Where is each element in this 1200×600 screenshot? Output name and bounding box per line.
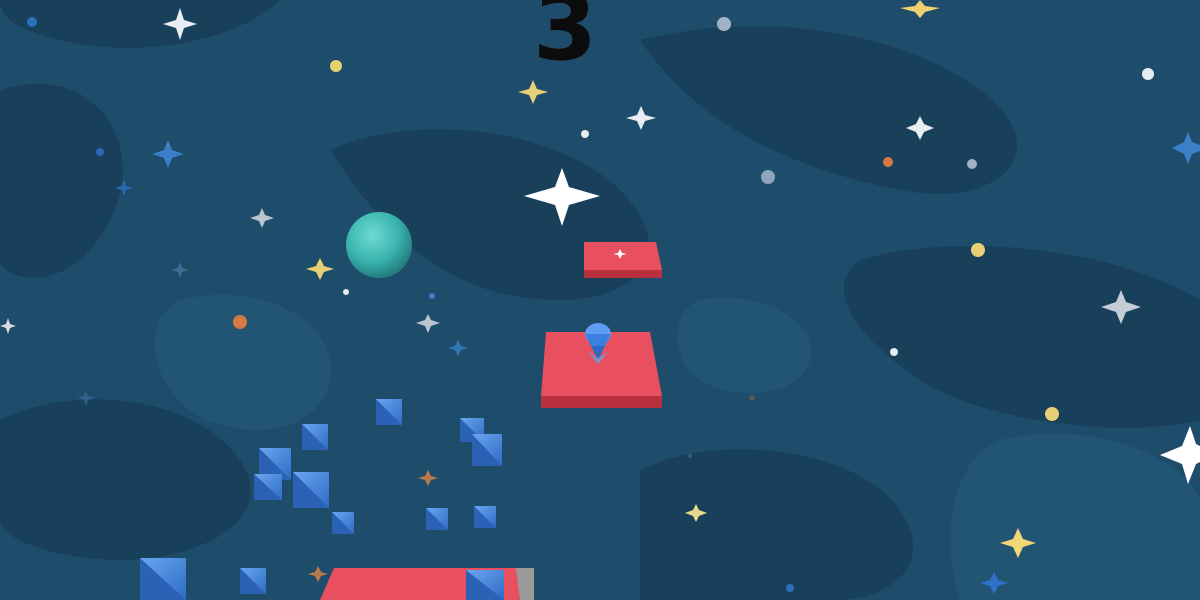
star-dot — [343, 289, 349, 295]
space-background — [0, 0, 1200, 600]
star-dot — [883, 157, 893, 167]
star-dot — [890, 348, 898, 356]
star-dot — [761, 170, 775, 184]
star-dot — [971, 243, 985, 257]
star-dot — [717, 17, 731, 31]
star-dot — [233, 315, 247, 329]
star-dot — [688, 454, 692, 458]
score-counter: 3 — [532, 0, 597, 81]
star-dot — [1045, 407, 1059, 421]
shard-icon — [293, 472, 329, 508]
shard-icon — [474, 506, 496, 528]
star-dot — [330, 60, 342, 72]
star-dot — [786, 584, 794, 592]
shard-icon — [240, 568, 266, 594]
shard-icon — [332, 512, 354, 534]
far-platform — [584, 242, 662, 278]
star-dot — [27, 17, 37, 27]
star-dot — [967, 159, 977, 169]
star-dot — [96, 148, 104, 156]
star-dot — [581, 130, 589, 138]
star-dot — [749, 395, 755, 401]
shard-icon — [302, 424, 328, 450]
shard-icon — [140, 558, 186, 600]
shard-icon — [466, 570, 504, 600]
game-viewport[interactable]: 3 — [0, 0, 1200, 600]
star-dot — [1142, 68, 1154, 80]
teal-ball — [346, 212, 412, 278]
shard-icon — [376, 399, 402, 425]
star-dot — [429, 293, 435, 299]
shard-icon — [254, 474, 282, 500]
shard-icon — [426, 508, 448, 530]
shard-icon — [472, 434, 502, 466]
